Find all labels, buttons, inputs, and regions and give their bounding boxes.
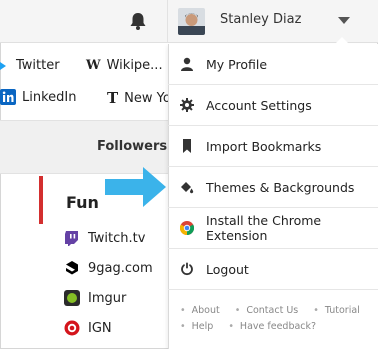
menu-item-label: Account Settings <box>206 97 312 113</box>
9gag-icon <box>66 261 78 275</box>
bookmark-label: New Yo <box>124 90 171 106</box>
username[interactable]: Stanley Diaz <box>220 12 301 27</box>
bookmark-label: LinkedIn <box>22 89 77 105</box>
site-label: IGN <box>88 320 112 336</box>
bookmark-twitter[interactable]: Twitter <box>0 58 60 73</box>
bookmark-label: Twitter <box>16 58 60 73</box>
menu-item-my-profile[interactable]: My Profile <box>168 44 378 85</box>
list-item-9gag[interactable]: 9gag.com <box>64 260 153 276</box>
bookmark-wikipedia[interactable]: W Wikipe... <box>86 58 163 73</box>
wikipedia-icon: W <box>86 58 101 73</box>
menu-item-import-bookmarks[interactable]: Import Bookmarks <box>168 126 378 167</box>
menu-footer-row: • Help • Have feedback? <box>180 321 328 332</box>
menu-item-install-chrome-extension[interactable]: Install the Chrome Extension <box>168 208 378 249</box>
ign-icon <box>64 320 80 336</box>
topbar-divider <box>167 0 168 42</box>
bookmark-label: Wikipe... <box>106 58 163 73</box>
menu-item-label: Themes & Backgrounds <box>206 179 355 195</box>
menu-footer-row: • About • Contact Us • Tutorial <box>180 305 372 316</box>
imgur-icon <box>64 290 80 306</box>
gear-icon <box>180 98 194 112</box>
pointer-arrow-icon <box>105 167 166 207</box>
menu-item-label: Import Bookmarks <box>206 138 322 154</box>
menu-item-account-settings[interactable]: Account Settings <box>168 85 378 126</box>
avatar[interactable] <box>178 8 205 35</box>
linkedin-icon <box>0 89 16 105</box>
footer-link-tutorial[interactable]: • Tutorial <box>313 305 366 316</box>
section-accent-bar <box>39 176 43 224</box>
site-label: Twitch.tv <box>88 230 146 246</box>
menu-notch <box>335 37 349 44</box>
person-icon <box>181 57 193 71</box>
bookmark-icon <box>183 139 191 153</box>
footer-link-about[interactable]: • About <box>180 305 226 316</box>
footer-link-feedback[interactable]: • Have feedback? <box>228 321 322 332</box>
twitch-icon <box>65 231 78 246</box>
list-item-twitch[interactable]: Twitch.tv <box>64 230 145 246</box>
nyt-icon: T <box>107 89 119 107</box>
menu-item-label: Logout <box>206 261 249 277</box>
footer-link-help[interactable]: • Help <box>180 321 219 332</box>
power-icon <box>181 262 193 276</box>
site-label: Imgur <box>88 290 127 306</box>
list-item-imgur[interactable]: Imgur <box>64 290 126 306</box>
footer-link-contact[interactable]: • Contact Us <box>235 305 305 316</box>
followers-label: Followers: <box>97 139 173 154</box>
list-item-ign[interactable]: IGN <box>64 320 112 336</box>
menu-item-themes-backgrounds[interactable]: Themes & Backgrounds <box>168 167 378 208</box>
twitter-icon <box>0 61 6 70</box>
bell-icon[interactable] <box>127 10 149 32</box>
bookmark-nyt[interactable]: T New Yo <box>107 89 171 107</box>
chrome-icon <box>180 221 194 235</box>
menu-item-label: Install the Chrome Extension <box>206 213 322 243</box>
paint-bucket-icon <box>181 182 194 194</box>
site-label: 9gag.com <box>88 260 153 276</box>
menu-item-label: My Profile <box>206 56 268 72</box>
menu-item-logout[interactable]: Logout <box>168 249 378 290</box>
section-title: Fun <box>66 193 99 212</box>
caret-down-icon[interactable] <box>338 17 350 24</box>
bookmark-linkedin[interactable]: LinkedIn <box>0 89 76 105</box>
